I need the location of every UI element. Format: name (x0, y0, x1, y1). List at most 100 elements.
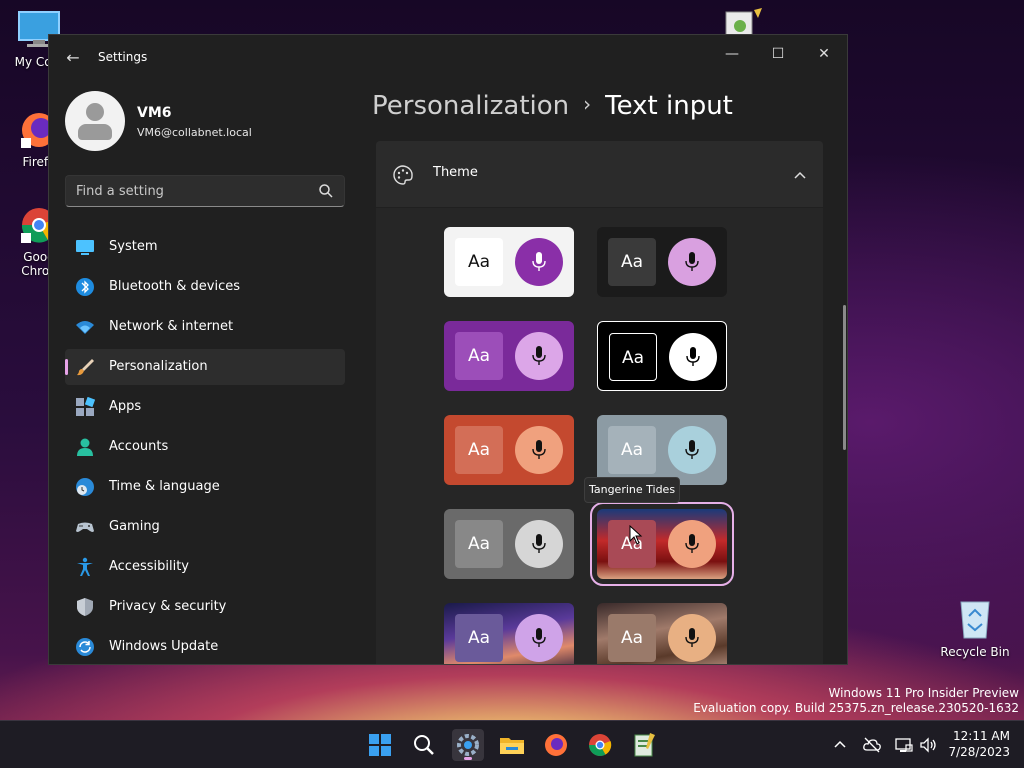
tray-overflow-button[interactable] (830, 735, 850, 755)
breadcrumb: Personalization › Text input (372, 91, 733, 121)
recycle-bin-icon (960, 601, 990, 639)
person-icon (77, 438, 93, 456)
taskbar-firefox-button[interactable] (540, 729, 572, 761)
theme-card[interactable]: Aa (597, 603, 727, 664)
update-icon (76, 638, 94, 656)
desktop-icon-label: Recycle Bin (940, 645, 1010, 659)
sidebar-item-system[interactable]: System (65, 229, 345, 265)
mouse-cursor-icon (629, 525, 643, 545)
minimize-button[interactable]: — (709, 39, 755, 69)
taskbar-file-explorer-button[interactable] (496, 729, 528, 761)
wifi-icon (76, 321, 94, 334)
sidebar-item-accessibility[interactable]: Accessibility (65, 549, 345, 585)
search-icon (414, 735, 434, 755)
maximize-button[interactable]: ☐ (755, 39, 801, 69)
sidebar-item-gaming[interactable]: Gaming (65, 509, 345, 545)
sidebar-item-label: Time & language (109, 479, 220, 494)
profile-email: VM6@collabnet.local (137, 126, 252, 139)
apps-icon (76, 397, 95, 416)
sidebar-item-network[interactable]: Network & internet (65, 309, 345, 345)
sidebar-item-windows-update[interactable]: Windows Update (65, 629, 345, 664)
back-arrow-icon: ← (66, 48, 80, 67)
scrollbar[interactable] (843, 305, 846, 450)
chrome-icon (589, 734, 612, 756)
back-button[interactable]: ← (63, 48, 83, 68)
taskbar-chrome-button[interactable] (584, 729, 616, 761)
search-icon[interactable] (318, 183, 334, 199)
taskbar-settings-button[interactable] (452, 729, 484, 761)
mic-icon (515, 520, 563, 568)
sidebar-item-privacy-security[interactable]: Privacy & security (65, 589, 345, 625)
theme-card-tangerine-tides[interactable]: Aa (590, 502, 734, 586)
sidebar-item-label: Windows Update (109, 639, 219, 654)
mic-icon (668, 520, 716, 568)
mic-icon (668, 426, 716, 474)
chevron-up-icon[interactable] (793, 168, 807, 182)
close-button[interactable]: ✕ (801, 39, 847, 69)
sidebar-item-label: System (109, 239, 158, 254)
sidebar-item-time-language[interactable]: Time & language (65, 469, 345, 505)
taskbar-search-button[interactable] (408, 729, 440, 761)
palette-icon (393, 165, 413, 185)
theme-card[interactable]: Aa (444, 509, 574, 579)
theme-title: Theme (433, 165, 478, 180)
mic-icon (515, 614, 563, 662)
chevron-up-icon (834, 740, 846, 748)
clock-date: 7/28/2023 (948, 745, 1010, 759)
clock[interactable]: 12:11 AM 7/28/2023 (948, 728, 1010, 760)
sidebar-item-apps[interactable]: Apps (65, 389, 345, 425)
tray-onedrive[interactable] (862, 735, 882, 755)
desktop-icon-recycle-bin[interactable]: Recycle Bin (940, 596, 1010, 659)
start-icon (369, 734, 391, 756)
monitor-icon (76, 240, 94, 255)
aa-preview: Aa (455, 614, 503, 662)
mic-icon (668, 238, 716, 286)
close-icon: ✕ (818, 46, 830, 62)
sidebar-item-personalization[interactable]: Personalization (65, 349, 345, 385)
app-title: Settings (98, 50, 148, 64)
profile-name: VM6 (137, 105, 172, 121)
taskbar-notepad-button[interactable] (628, 729, 660, 761)
search-input[interactable] (66, 176, 306, 206)
theme-card[interactable]: Aa (444, 603, 574, 664)
clock-time: 12:11 AM (953, 729, 1010, 743)
theme-expander-header[interactable]: Theme (376, 141, 823, 207)
aa-preview: Aa (455, 332, 503, 380)
sidebar-item-bluetooth[interactable]: Bluetooth & devices (65, 269, 345, 305)
maximize-icon: ☐ (771, 46, 785, 62)
title-bar[interactable]: ← Settings — ☐ ✕ (49, 35, 847, 81)
theme-card[interactable]: Aa (444, 321, 574, 391)
sidebar-item-label: Apps (109, 399, 142, 414)
sidebar-item-label: Network & internet (109, 319, 234, 334)
gamepad-icon (76, 522, 94, 532)
bluetooth-icon (76, 278, 94, 296)
aa-preview: Aa (608, 614, 656, 662)
sidebar-item-label: Privacy & security (109, 599, 227, 614)
tray-network[interactable] (894, 735, 914, 755)
windows-watermark: Windows 11 Pro Insider Preview Evaluatio… (693, 686, 1019, 716)
theme-card[interactable]: Aa (597, 227, 727, 297)
notepad-icon (634, 733, 655, 757)
network-icon (895, 738, 913, 752)
aa-preview: Aa (608, 426, 656, 474)
start-button[interactable] (364, 729, 396, 761)
tooltip: Tangerine Tides (584, 477, 680, 503)
sidebar-item-accounts[interactable]: Accounts (65, 429, 345, 465)
avatar (65, 91, 125, 151)
mic-icon (669, 333, 717, 381)
theme-card[interactable]: Aa (597, 321, 727, 391)
search-box (65, 175, 345, 207)
breadcrumb-parent[interactable]: Personalization (372, 91, 569, 121)
aa-preview: Aa (455, 238, 503, 286)
taskbar: 12:11 AM 7/28/2023 (0, 720, 1024, 768)
theme-card[interactable]: Aa (597, 415, 727, 485)
tray-volume[interactable] (918, 735, 938, 755)
mic-icon (668, 614, 716, 662)
theme-card[interactable]: Aa (444, 415, 574, 485)
brush-icon (77, 359, 94, 376)
mic-icon (515, 238, 563, 286)
sidebar-item-label: Bluetooth & devices (109, 279, 240, 294)
firefox-icon (545, 734, 567, 756)
theme-card[interactable]: Aa (444, 227, 574, 297)
volume-icon (920, 737, 936, 753)
